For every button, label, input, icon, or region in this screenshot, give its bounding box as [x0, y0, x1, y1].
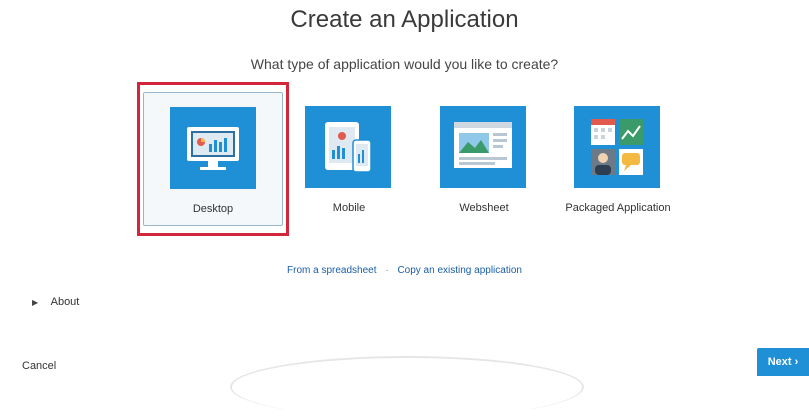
about-toggle[interactable]: ▶ About	[32, 296, 79, 308]
alternate-create-links: From a spreadsheet · Copy an existing ap…	[0, 265, 809, 276]
packaged-application-icon	[574, 106, 660, 188]
from-spreadsheet-link[interactable]: From a spreadsheet	[287, 265, 377, 276]
page-subtitle: What type of application would you like …	[250, 56, 559, 72]
cancel-button[interactable]: Cancel	[22, 360, 56, 372]
copy-existing-app-link[interactable]: Copy an existing application	[397, 265, 522, 276]
next-button[interactable]: Next ›	[757, 348, 809, 376]
desktop-monitor-icon	[170, 107, 256, 189]
app-type-mobile[interactable]: Mobile	[279, 92, 419, 226]
link-separator: ·	[385, 265, 389, 276]
mobile-devices-icon	[305, 106, 391, 188]
app-type-label: Websheet	[459, 202, 509, 214]
chevron-right-icon: ›	[794, 356, 799, 368]
app-type-websheet[interactable]: Websheet	[414, 92, 554, 226]
expand-triangle-icon: ▶	[32, 298, 39, 307]
next-label: Next	[767, 356, 792, 368]
app-type-packaged[interactable]: Packaged Application	[548, 92, 688, 226]
app-type-label: Packaged Application	[565, 202, 671, 214]
app-type-label: Mobile	[332, 202, 366, 214]
page-title: Create an Application	[290, 6, 519, 33]
about-label: About	[50, 296, 80, 308]
websheet-icon	[440, 106, 526, 188]
app-type-desktop[interactable]: Desktop	[143, 92, 283, 226]
app-type-label: Desktop	[192, 203, 234, 215]
decorative-arc	[230, 356, 584, 418]
